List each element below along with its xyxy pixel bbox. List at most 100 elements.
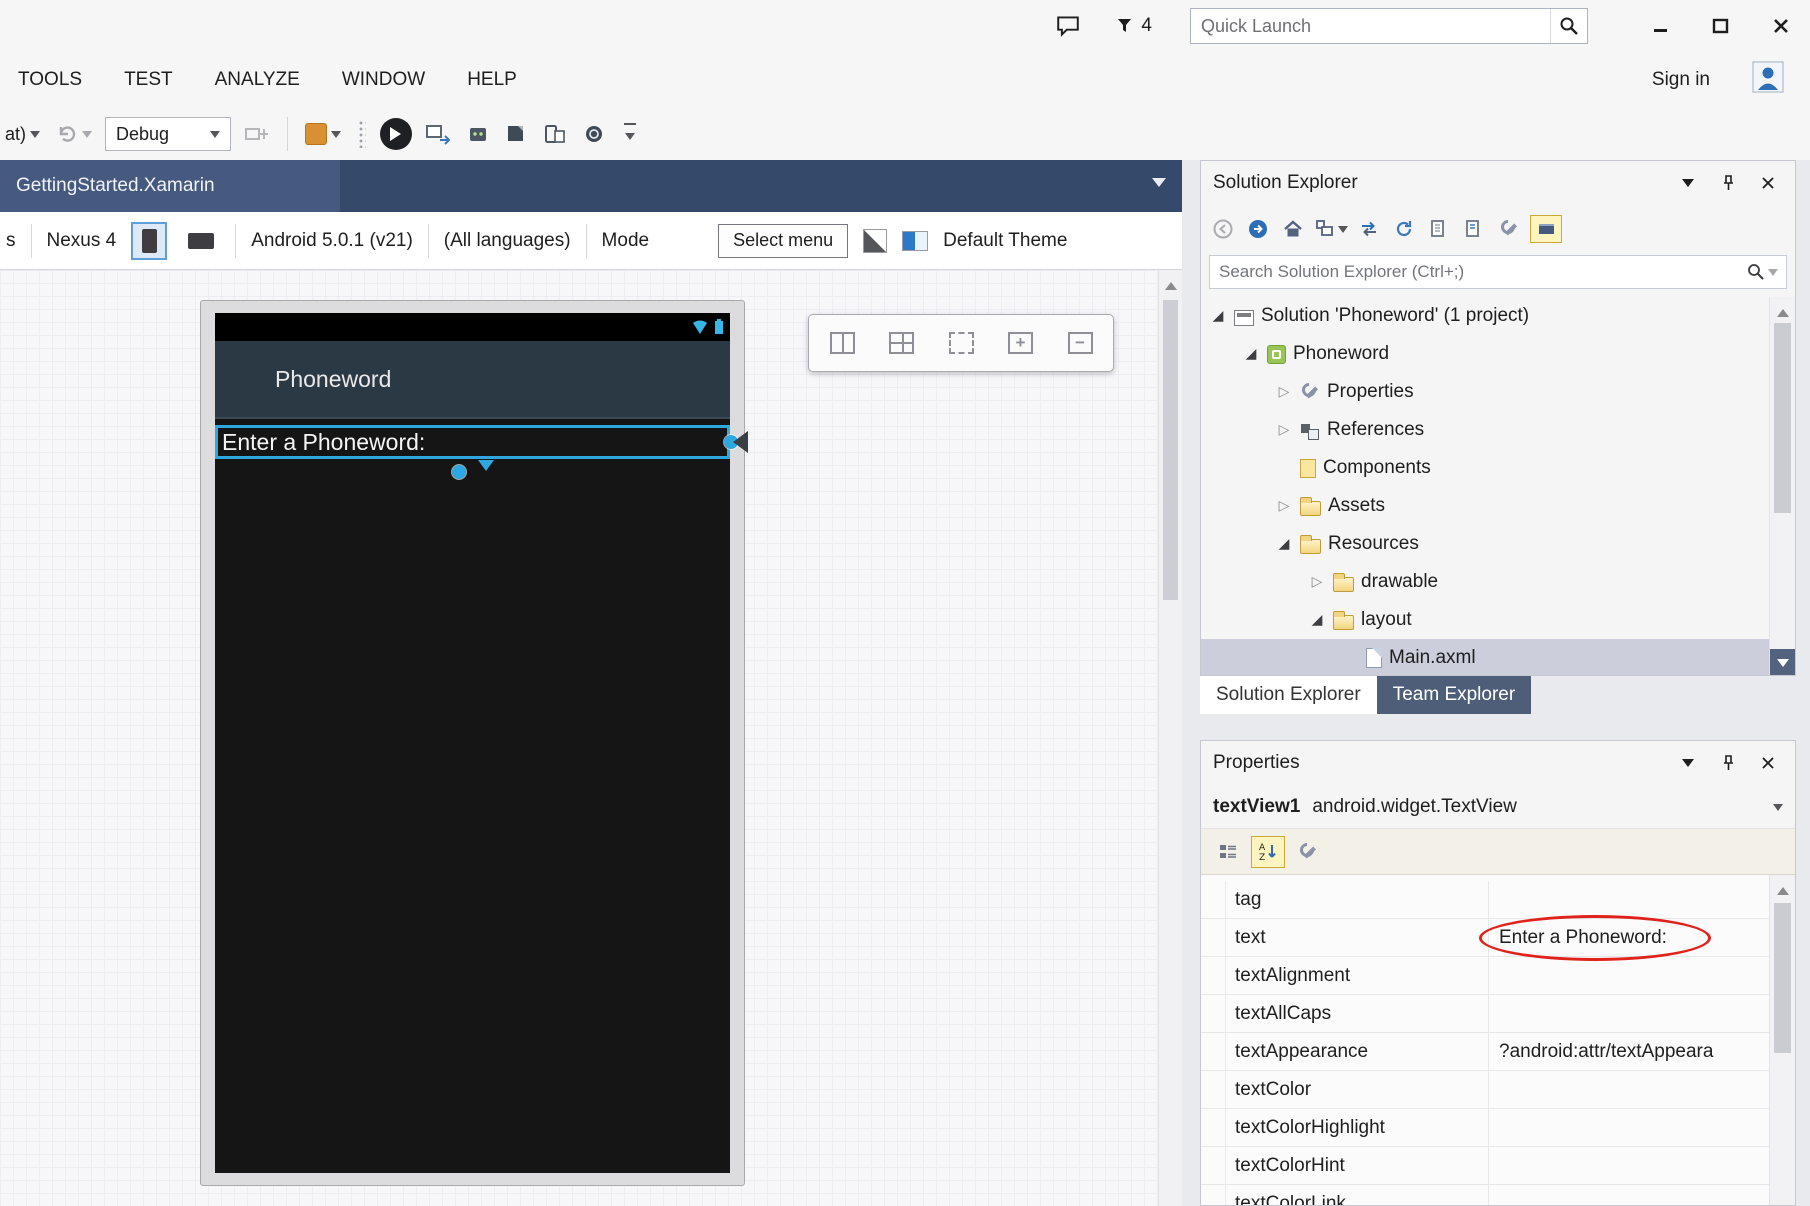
pin-icon[interactable] <box>1713 750 1743 776</box>
property-value-textcolorlink[interactable] <box>1489 1185 1769 1205</box>
menu-tools[interactable]: TOOLS <box>18 69 82 91</box>
property-row-text[interactable]: textEnter a Phoneword: <box>1201 919 1795 957</box>
menu-test[interactable]: TEST <box>124 69 173 91</box>
landscape-icon[interactable] <box>182 222 220 260</box>
object-selector[interactable]: textView1 android.widget.TextView <box>1201 785 1795 829</box>
forward-icon[interactable] <box>1244 214 1272 244</box>
quick-launch-input[interactable] <box>1191 16 1550 37</box>
scroll-up-icon[interactable] <box>1165 276 1177 290</box>
property-value-textalignment[interactable] <box>1489 957 1769 994</box>
minimize-button[interactable] <box>1644 11 1678 41</box>
property-row-textcolorhighlight[interactable]: textColorHighlight <box>1201 1109 1795 1147</box>
tree-item-main-axml[interactable]: Main.axml <box>1201 639 1769 675</box>
tab-solution-explorer[interactable]: Solution Explorer <box>1200 676 1377 714</box>
notifications-button[interactable]: 4 <box>1115 15 1152 37</box>
handle-dropdown-icon[interactable] <box>478 460 494 479</box>
alphabetical-icon[interactable]: AZ <box>1251 836 1285 868</box>
property-row-textcolorhint[interactable]: textColorHint <box>1201 1147 1795 1185</box>
add-region-icon[interactable] <box>1000 322 1042 364</box>
show-all-files-icon[interactable] <box>1425 214 1453 244</box>
platform-combo-truncated[interactable]: at) <box>2 124 43 145</box>
property-value-text[interactable]: Enter a Phoneword: <box>1489 919 1769 956</box>
undo-button[interactable] <box>53 124 95 144</box>
solution-configuration-combo[interactable]: Debug <box>105 117 231 151</box>
property-row-tag[interactable]: tag <box>1201 881 1795 919</box>
property-value-textcolorhint[interactable] <box>1489 1147 1769 1184</box>
refresh-icon[interactable] <box>1390 214 1418 244</box>
property-pages-icon[interactable] <box>1291 836 1325 868</box>
solution-search-input[interactable] <box>1210 262 1739 282</box>
expanded-expander-icon[interactable]: ◢ <box>1242 347 1260 361</box>
textview-element[interactable]: Enter a Phoneword: <box>215 425 730 459</box>
profiler-button[interactable] <box>302 123 344 145</box>
selection-bounds-icon[interactable] <box>940 322 982 364</box>
collapsed-expander-icon[interactable]: ▷ <box>1275 499 1293 513</box>
tree-item-components[interactable]: Components <box>1201 449 1769 487</box>
scroll-down-button[interactable] <box>1770 649 1795 675</box>
device-selector[interactable]: Nexus 4 <box>47 230 117 252</box>
search-icon[interactable] <box>1739 263 1786 281</box>
back-icon[interactable] <box>1209 214 1237 244</box>
theme-preview-icon[interactable] <box>902 231 928 251</box>
property-row-textappearance[interactable]: textAppearance?android:attr/textAppeara <box>1201 1033 1795 1071</box>
menu-window[interactable]: WINDOW <box>342 69 425 91</box>
portrait-icon[interactable] <box>131 222 167 260</box>
tree-item-resources[interactable]: ◢Resources <box>1201 525 1769 563</box>
tree-item-solution-phoneword-1-project[interactable]: ◢Solution 'Phoneword' (1 project) <box>1201 297 1769 335</box>
select-menu-button[interactable]: Select menu <box>718 224 848 258</box>
close-icon[interactable] <box>1753 750 1783 776</box>
property-row-textcolorlink[interactable]: textColorLink <box>1201 1185 1795 1205</box>
property-row-textallcaps[interactable]: textAllCaps <box>1201 995 1795 1033</box>
document-tab[interactable]: GettingStarted.Xamarin <box>0 160 340 212</box>
split-columns-icon[interactable] <box>821 322 863 364</box>
emulator-button[interactable] <box>580 123 608 145</box>
properties-page-icon[interactable] <box>1460 214 1488 244</box>
tab-list-chevron-icon[interactable] <box>1152 178 1166 194</box>
property-row-textalignment[interactable]: textAlignment <box>1201 957 1795 995</box>
preview-selected-toggle[interactable] <box>1530 215 1562 243</box>
properties-scrollbar[interactable] <box>1769 875 1795 1205</box>
tree-scrollbar[interactable] <box>1769 297 1795 675</box>
remove-region-icon[interactable] <box>1059 322 1101 364</box>
search-icon[interactable] <box>1550 9 1587 43</box>
property-value-tag[interactable] <box>1489 881 1769 918</box>
deploy-button[interactable] <box>422 123 454 145</box>
property-value-textcolorhighlight[interactable] <box>1489 1109 1769 1146</box>
tree-item-references[interactable]: ▷References <box>1201 411 1769 449</box>
home-icon[interactable] <box>1279 214 1307 244</box>
property-value-textappearance[interactable]: ?android:attr/textAppeara <box>1489 1033 1769 1070</box>
tree-item-assets[interactable]: ▷Assets <box>1201 487 1769 525</box>
phone-screen[interactable]: Phoneword Enter a Phoneword: <box>215 313 730 1173</box>
theme-selector[interactable]: Default Theme <box>943 230 1067 252</box>
sign-in-link[interactable]: Sign in <box>1652 69 1710 91</box>
menu-analyze[interactable]: ANALYZE <box>215 69 300 91</box>
user-avatar-icon[interactable] <box>1752 61 1784 99</box>
menu-help[interactable]: HELP <box>467 69 517 91</box>
toolbar-overflow-button[interactable] <box>624 123 636 145</box>
property-value-textallcaps[interactable] <box>1489 995 1769 1032</box>
device-manager-button[interactable] <box>540 123 570 145</box>
tab-team-explorer[interactable]: Team Explorer <box>1377 676 1532 714</box>
collapsed-expander-icon[interactable]: ▷ <box>1308 575 1326 589</box>
sync-icon[interactable] <box>1355 214 1383 244</box>
scroll-up-icon[interactable] <box>1777 303 1789 317</box>
property-value-textcolor[interactable] <box>1489 1071 1769 1108</box>
close-button[interactable] <box>1764 11 1798 41</box>
scrollbar-thumb[interactable] <box>1163 300 1178 600</box>
toolbar-grip[interactable] <box>358 120 366 148</box>
categorized-icon[interactable] <box>1211 836 1245 868</box>
tree-item-drawable[interactable]: ▷drawable <box>1201 563 1769 601</box>
android-device-button[interactable] <box>464 123 492 145</box>
tree-item-properties[interactable]: ▷Properties <box>1201 373 1769 411</box>
window-position-icon[interactable] <box>1673 170 1703 196</box>
scrollbar-thumb[interactable] <box>1774 323 1791 513</box>
textview-selection-box[interactable]: Enter a Phoneword: <box>215 425 730 459</box>
split-rows-icon[interactable] <box>881 322 923 364</box>
tree-item-phoneword[interactable]: ◢Phoneword <box>1201 335 1769 373</box>
android-version-selector[interactable]: Android 5.0.1 (v21) <box>251 230 413 252</box>
expanded-expander-icon[interactable]: ◢ <box>1275 537 1293 551</box>
close-icon[interactable] <box>1753 170 1783 196</box>
scroll-up-icon[interactable] <box>1777 881 1789 895</box>
expanded-expander-icon[interactable]: ◢ <box>1209 309 1227 323</box>
resize-handle-bottom[interactable] <box>452 465 466 479</box>
